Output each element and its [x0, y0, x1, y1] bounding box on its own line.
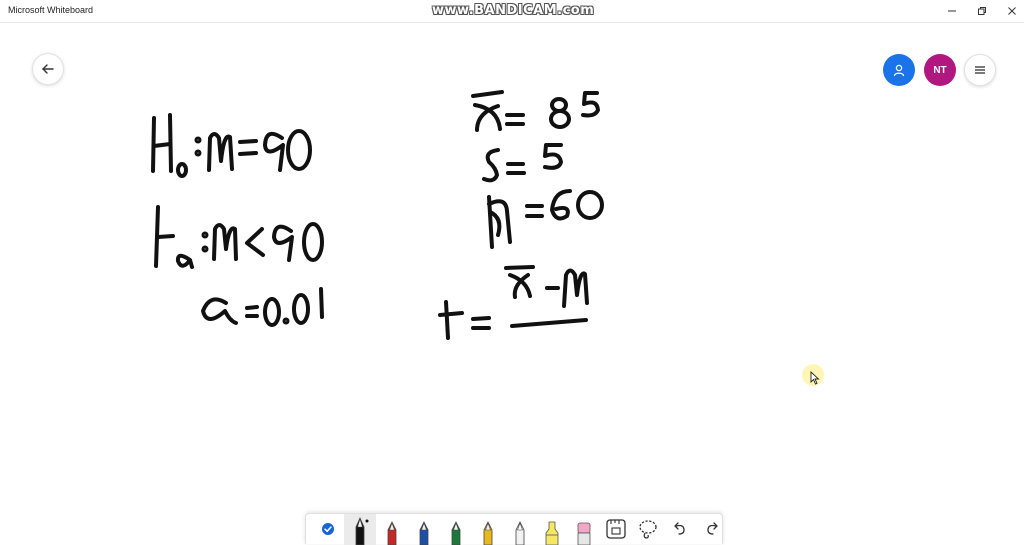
undo-button[interactable]: [664, 514, 696, 545]
pen-icon: [515, 520, 525, 545]
redo-button[interactable]: [696, 514, 728, 545]
close-button[interactable]: [996, 0, 1024, 22]
minimize-button[interactable]: [936, 0, 968, 22]
restore-button[interactable]: [966, 0, 998, 22]
lasso-button[interactable]: [632, 514, 664, 545]
ink-null-hypothesis: [151, 113, 312, 178]
select-tool-button[interactable]: [312, 514, 344, 545]
ink-t-statistic: [438, 265, 589, 340]
pen-icon: [355, 516, 369, 545]
pen-black-button[interactable]: [344, 513, 376, 545]
title-bar: Microsoft Whiteboard www.BANDICAM.com: [0, 0, 1024, 23]
restore-icon: [978, 7, 986, 15]
ruler-button[interactable]: [600, 514, 632, 545]
ink-sample-mean: [471, 90, 600, 132]
handwritten-ink: [151, 90, 604, 340]
pen-red-button[interactable]: [376, 514, 408, 545]
minimize-icon: [948, 10, 956, 12]
pen-yellow-button[interactable]: [472, 514, 504, 545]
pen-icon: [387, 520, 397, 545]
inking-toolbar: [305, 513, 723, 545]
highlighter-icon: [545, 521, 559, 545]
eraser-button[interactable]: [568, 514, 600, 545]
redo-icon: [707, 522, 718, 535]
ink-alpha-level: [201, 287, 324, 327]
pen-green-button[interactable]: [440, 514, 472, 545]
pen-icon: [483, 520, 493, 545]
lasso-icon: [639, 520, 657, 539]
pen-icon: [451, 520, 461, 545]
highlighter-button[interactable]: [536, 514, 568, 545]
mouse-pointer-icon: [810, 371, 820, 385]
undo-icon: [674, 522, 685, 535]
check-circle-icon: [322, 523, 334, 535]
whiteboard-canvas[interactable]: [0, 23, 1024, 513]
ruler-icon: [606, 519, 626, 539]
pen-white-button[interactable]: [504, 514, 536, 545]
recording-watermark: www.BANDICAM.com: [432, 3, 595, 18]
ink-std-dev: [482, 143, 563, 183]
close-icon: [1008, 7, 1016, 15]
eraser-icon: [577, 522, 591, 545]
pen-blue-button[interactable]: [408, 514, 440, 545]
app-title: Microsoft Whiteboard: [8, 5, 94, 15]
pen-icon: [419, 520, 429, 545]
ink-alternative-hypothesis: [154, 205, 324, 269]
ink-sample-size: [487, 189, 604, 249]
